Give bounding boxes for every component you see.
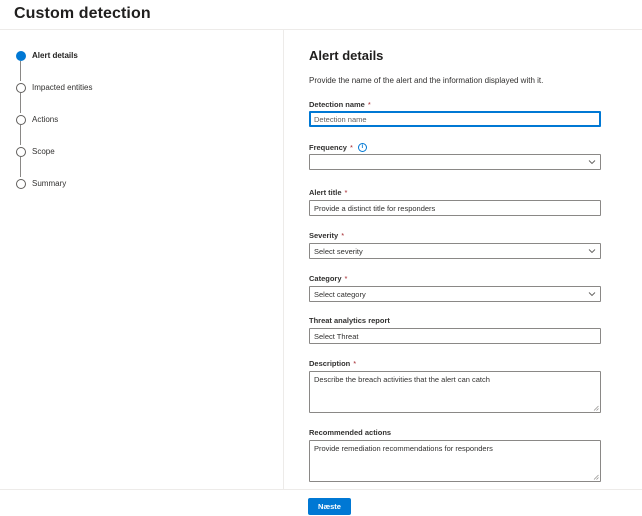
step-pending-icon [16, 147, 26, 157]
step-label: Summary [32, 179, 67, 188]
severity-placeholder: Select severity [314, 247, 363, 256]
step-impacted-entities[interactable]: Impacted entities [16, 82, 216, 94]
recommended-actions-textarea[interactable]: Provide remediation recommendations for … [309, 440, 601, 482]
category-label-text: Category [309, 274, 342, 283]
step-connector [20, 125, 21, 145]
step-connector [20, 157, 21, 177]
description-label-text: Description [309, 359, 351, 368]
threat-report-label-text: Threat analytics report [309, 316, 390, 325]
form-title: Alert details [309, 48, 384, 63]
resize-grip-icon[interactable] [593, 474, 599, 480]
severity-label-text: Severity [309, 231, 339, 240]
step-label: Impacted entities [32, 83, 93, 92]
panel-divider [283, 30, 284, 489]
footer-divider [0, 489, 642, 490]
step-current-icon [16, 51, 26, 61]
required-marker: * [349, 143, 353, 152]
resize-grip-icon[interactable] [593, 405, 599, 411]
step-scope[interactable]: Scope [16, 146, 216, 158]
detection-name-label: Detection name * [309, 100, 371, 110]
description-textarea[interactable]: Describe the breach activities that the … [309, 371, 601, 413]
step-label: Scope [32, 147, 55, 156]
category-label: Category * [309, 274, 347, 284]
step-connector [20, 93, 21, 113]
alert-title-label: Alert title * [309, 188, 347, 198]
chevron-down-icon [588, 160, 596, 165]
required-marker: * [367, 100, 371, 109]
step-pending-icon [16, 179, 26, 189]
threat-report-picker[interactable]: Select Threat [309, 328, 601, 344]
required-marker: * [353, 359, 357, 368]
threat-report-placeholder: Select Threat [314, 332, 359, 341]
frequency-label: Frequency * i [309, 143, 367, 153]
severity-label: Severity * [309, 231, 344, 241]
description-label: Description * [309, 359, 356, 369]
form-description: Provide the name of the alert and the in… [309, 76, 544, 85]
description-placeholder: Describe the breach activities that the … [314, 375, 490, 384]
required-marker: * [344, 274, 348, 283]
detection-name-input[interactable]: Detection name [309, 111, 601, 127]
required-marker: * [344, 188, 348, 197]
severity-dropdown[interactable]: Select severity [309, 243, 601, 259]
step-actions[interactable]: Actions [16, 114, 216, 126]
step-label: Actions [32, 115, 59, 124]
header-divider [0, 29, 642, 30]
recommended-actions-label: Recommended actions [309, 428, 391, 438]
detection-name-placeholder: Detection name [314, 115, 367, 124]
chevron-down-icon [588, 249, 596, 254]
frequency-label-text: Frequency [309, 143, 347, 152]
detection-name-label-text: Detection name [309, 100, 365, 109]
category-placeholder: Select category [314, 290, 366, 299]
step-summary[interactable]: Summary [16, 178, 216, 190]
category-dropdown[interactable]: Select category [309, 286, 601, 302]
recommended-actions-placeholder: Provide remediation recommendations for … [314, 444, 493, 453]
alert-title-label-text: Alert title [309, 188, 342, 197]
frequency-dropdown[interactable] [309, 154, 601, 170]
threat-report-label: Threat analytics report [309, 316, 390, 326]
step-label: Alert details [32, 51, 78, 60]
alert-title-placeholder: Provide a distinct title for responders [314, 204, 436, 213]
step-alert-details[interactable]: Alert details [16, 50, 216, 62]
recommended-actions-label-text: Recommended actions [309, 428, 392, 437]
step-connector [20, 61, 21, 81]
step-pending-icon [16, 83, 26, 93]
step-pending-icon [16, 115, 26, 125]
next-button[interactable]: Næste [308, 498, 351, 515]
alert-title-input[interactable]: Provide a distinct title for responders [309, 200, 601, 216]
chevron-down-icon [588, 292, 596, 297]
required-marker: * [341, 231, 345, 240]
page-title: Custom detection [14, 5, 151, 22]
info-icon[interactable]: i [357, 143, 367, 152]
